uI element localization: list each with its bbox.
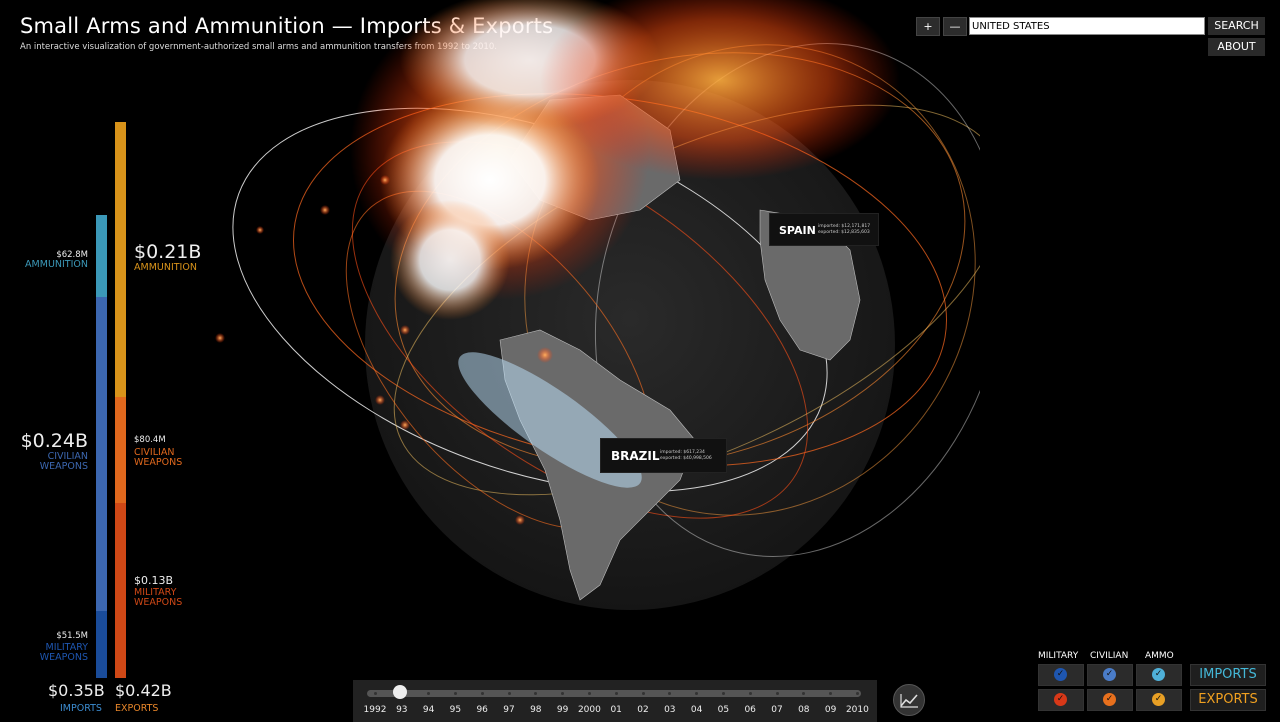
timeline-tick [855,692,859,695]
check-icon: ✓ [1054,693,1067,706]
timeline-year[interactable]: 98 [521,705,551,715]
imports-military-bar[interactable] [96,611,107,678]
exports-civilian-bar[interactable] [115,397,126,503]
search-input[interactable] [969,17,1205,35]
timeline-year[interactable]: 99 [548,705,578,715]
graph-button[interactable] [893,684,925,716]
filter-column-military: MILITARY [1038,651,1079,661]
timeline-tick [748,692,752,695]
check-icon: ✓ [1054,668,1067,681]
timeline-tick [614,692,618,695]
exports-ammunition-value: $0.21B [134,241,202,263]
tooltip-country-name: BRAZIL [611,449,660,463]
timeline-tick [775,692,779,695]
filter-column-civilian: CIVILIAN [1090,651,1129,661]
imports-ammunition-label: AMMUNITION [25,259,88,270]
timeline-tick [507,692,511,695]
check-icon: ✓ [1103,668,1116,681]
imports-ammunition-bar[interactable] [96,215,107,297]
timeline-year[interactable]: 08 [789,705,819,715]
imports-total-label: IMPORTS [60,703,102,714]
timeline-year[interactable]: 03 [655,705,685,715]
exports-toggle-button[interactable]: EXPORTS [1190,689,1266,711]
check-icon: ✓ [1103,693,1116,706]
check-icon: ✓ [1152,693,1165,706]
imports-military-label-2: WEAPONS [39,652,88,663]
filter-export-ammo[interactable]: ✓ [1136,689,1182,711]
filter-export-military[interactable]: ✓ [1038,689,1084,711]
timeline-year[interactable]: 96 [467,705,497,715]
imports-military-value: $51.5M [56,631,88,641]
exports-civilian-label-2: WEAPONS [134,457,183,468]
exports-ammunition-bar[interactable] [115,122,126,397]
check-icon: ✓ [1152,668,1165,681]
timeline-year[interactable]: 97 [494,705,524,715]
about-button[interactable]: ABOUT [1208,38,1265,56]
exports-military-bar[interactable] [115,503,126,678]
imports-civilian-label-2: WEAPONS [39,461,88,472]
globe-svg[interactable] [200,0,1007,640]
country-tooltip-brazil: BRAZIL imported: $617,234 exported: $40,… [600,438,727,473]
timeline-tick [480,692,484,695]
filter-import-ammo[interactable]: ✓ [1136,664,1182,686]
imports-civilian-value: $0.24B [20,430,88,452]
timeline-tick [587,692,591,695]
exports-military-value: $0.13B [134,574,174,587]
search-button[interactable]: SEARCH [1208,17,1265,35]
exports-total: $0.42B [115,681,172,700]
timeline-year[interactable]: 2010 [842,705,872,715]
tooltip-exported: exported: $40,998,506 [660,456,712,461]
year-timeline: 1992 93 94 95 96 97 98 99 2000 01 02 03 04 05 06 07 08 09… [353,680,877,722]
timeline-tick [453,692,457,695]
tooltip-country-name: SPAIN [779,224,816,237]
exports-ammunition-label: AMMUNITION [134,262,197,273]
exports-total-label: EXPORTS [115,703,159,714]
imports-toggle-button[interactable]: IMPORTS [1190,664,1266,686]
imports-civilian-bar[interactable] [96,297,107,611]
timeline-thumb[interactable] [393,685,407,699]
timeline-year[interactable]: 07 [762,705,792,715]
glow-gulf [390,200,510,320]
timeline-year[interactable]: 05 [708,705,738,715]
filter-column-ammo: AMMO [1145,651,1174,661]
timeline-year[interactable]: 01 [601,705,631,715]
filter-export-civilian[interactable]: ✓ [1087,689,1133,711]
timeline-tick [373,692,377,695]
exports-military-label-2: WEAPONS [134,597,183,608]
timeline-year[interactable]: 94 [414,705,444,715]
filter-import-civilian[interactable]: ✓ [1087,664,1133,686]
timeline-year[interactable]: 06 [735,705,765,715]
timeline-year[interactable]: 1992 [360,705,390,715]
timeline-year[interactable]: 93 [387,705,417,715]
country-tooltip-spain: SPAIN imported: $12,171,817 exported: $1… [769,213,879,246]
timeline-tick [721,692,725,695]
timeline-year[interactable]: 2000 [574,705,604,715]
exports-civilian-value: $80.4M [134,435,166,445]
timeline-tick [641,692,645,695]
timeline-year[interactable]: 04 [682,705,712,715]
tooltip-exported: exported: $12,835,603 [818,230,870,235]
timeline-year[interactable]: 02 [628,705,658,715]
timeline-year[interactable]: 09 [816,705,846,715]
timeline-year[interactable]: 95 [440,705,470,715]
imports-total: $0.35B [48,681,105,700]
line-chart-icon [900,694,918,708]
filter-import-military[interactable]: ✓ [1038,664,1084,686]
globe-visualization[interactable] [200,0,1007,640]
